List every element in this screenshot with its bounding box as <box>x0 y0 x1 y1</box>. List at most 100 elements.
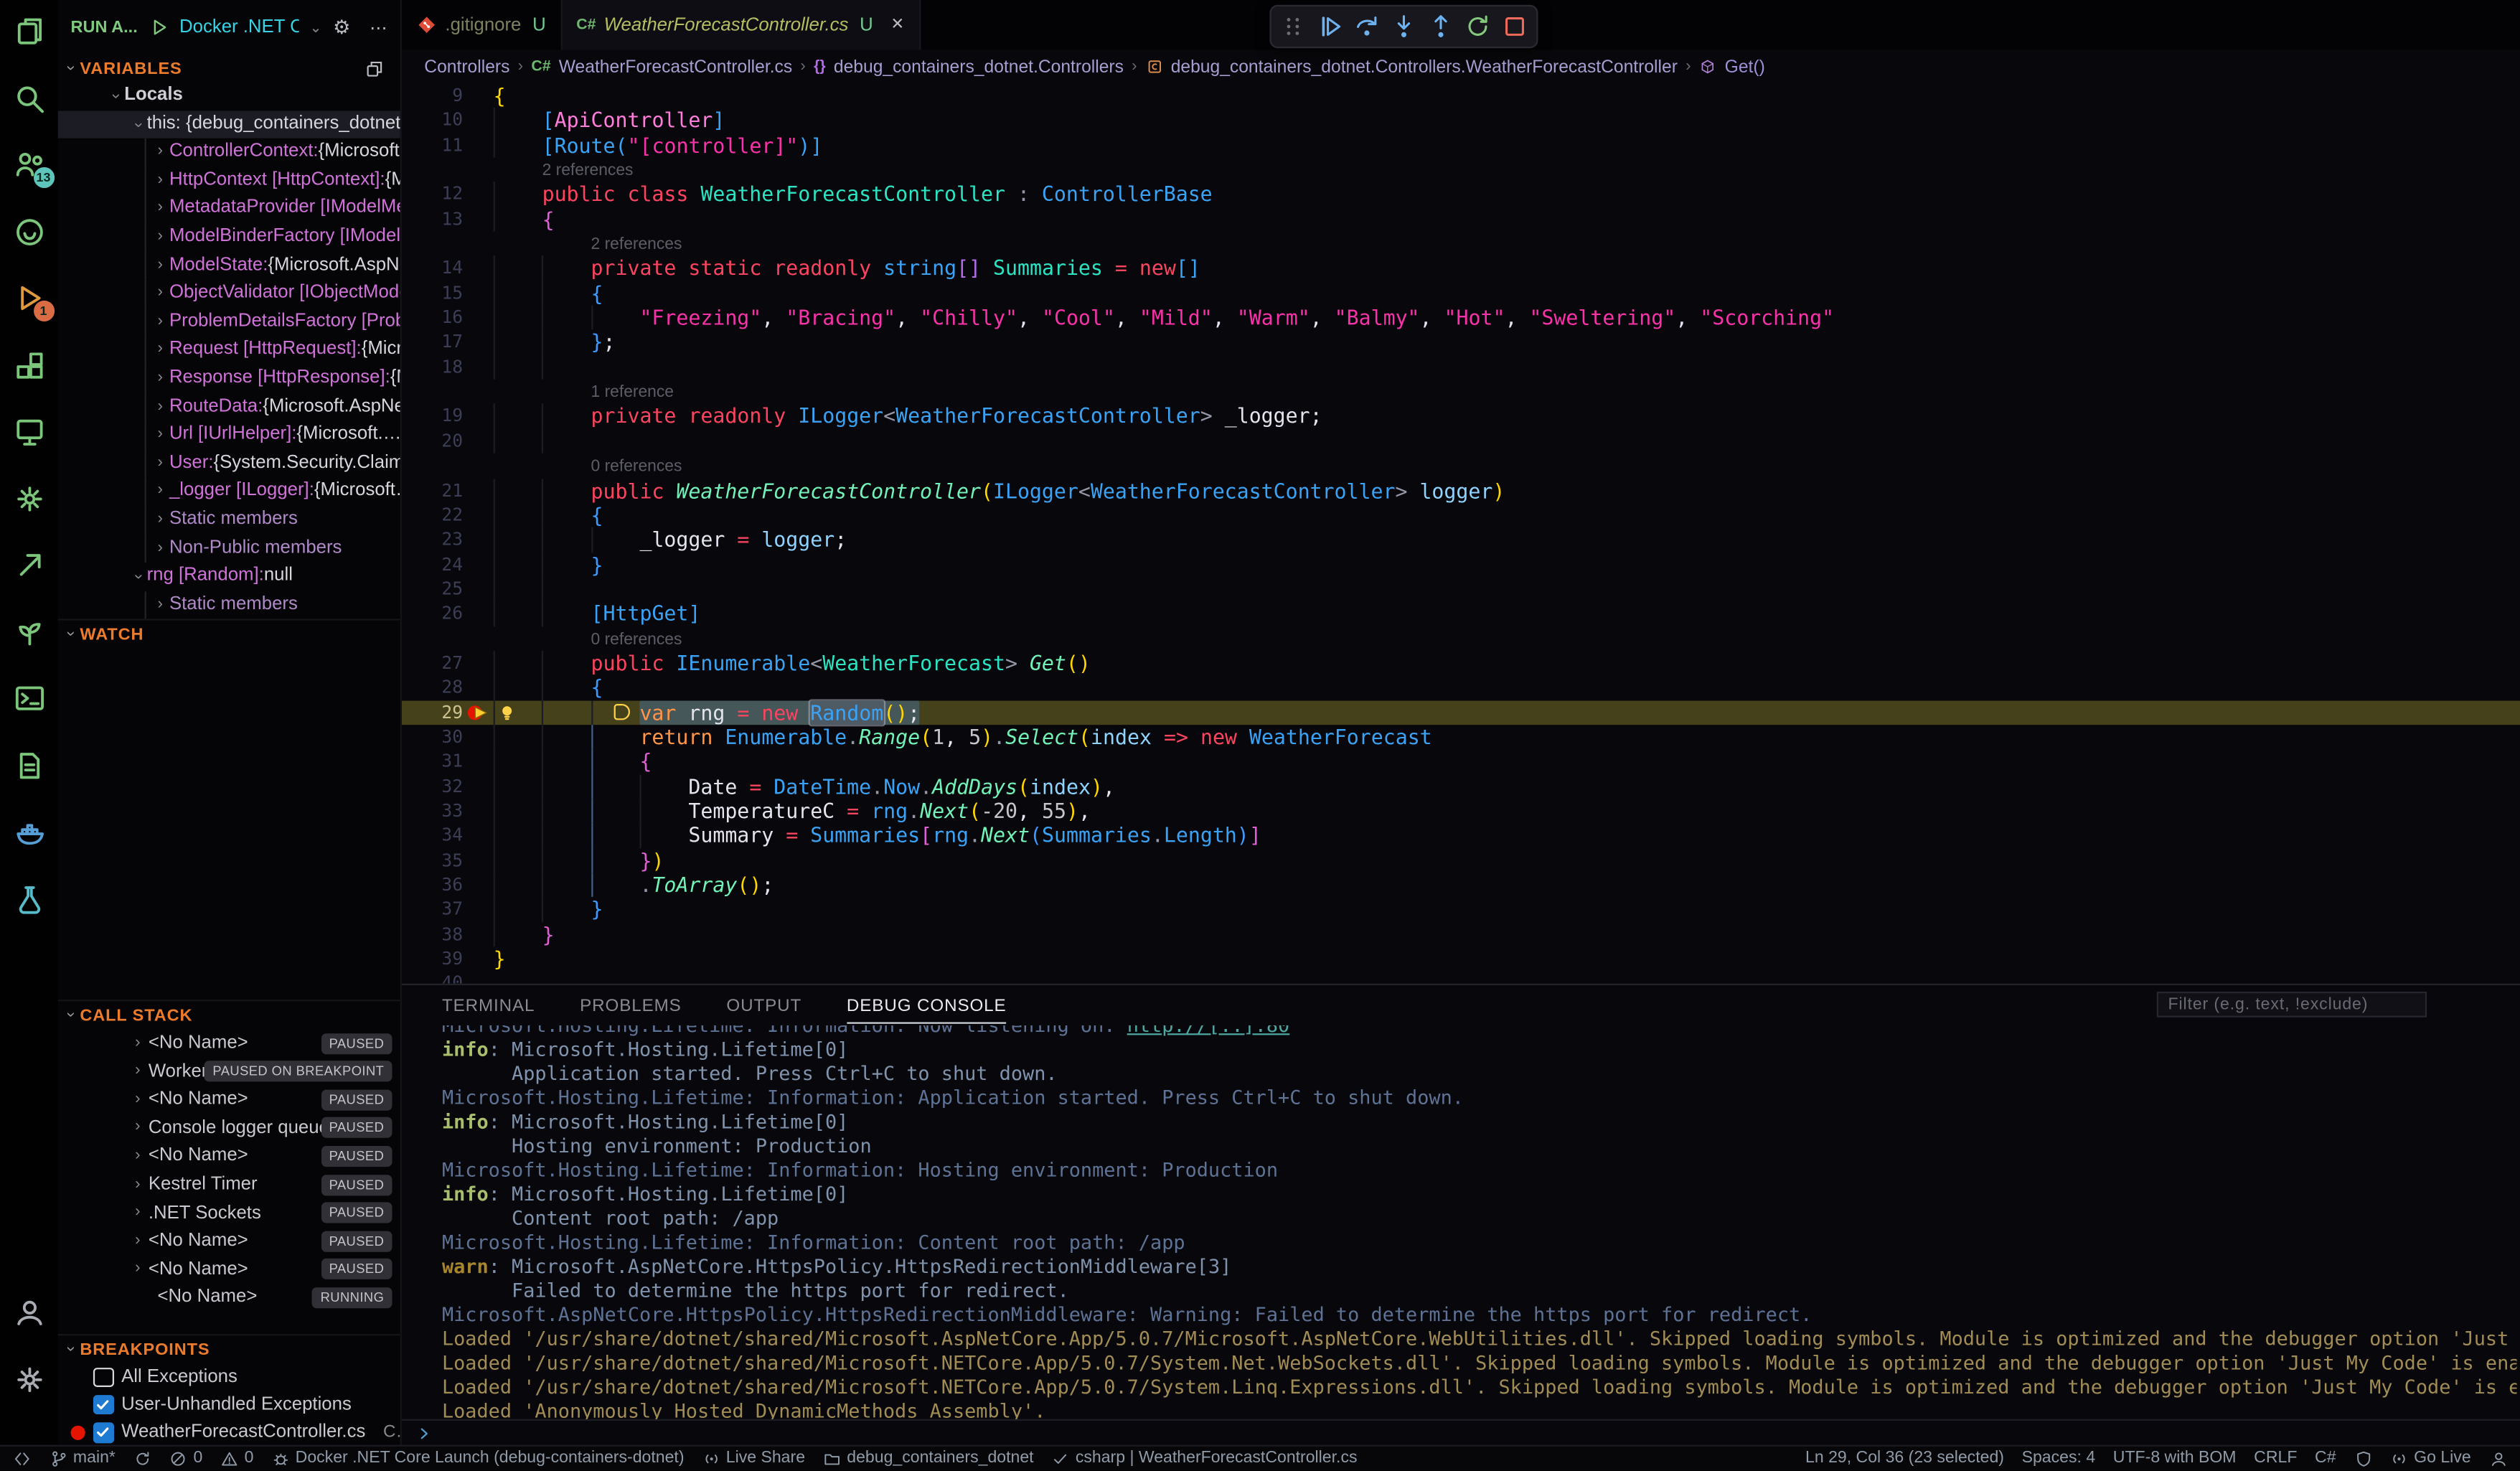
live-share-icon[interactable]: 13 <box>12 148 46 182</box>
breadcrumb-item[interactable]: debug_containers_dotnet.Controllers <box>834 57 1124 77</box>
variable-row[interactable]: ›Non-Public members <box>58 535 400 563</box>
more-actions-icon[interactable]: ⋯ <box>370 17 387 38</box>
variable-row[interactable]: ›_logger [ILogger]: {Microsoft… <box>58 478 400 506</box>
breakpoints-section-header[interactable]: ›BREAKPOINTS <box>58 1335 400 1363</box>
status-item-bug[interactable]: Docker .NET Core Launch (debug-container… <box>271 1449 684 1468</box>
code-line[interactable]: 9{ <box>402 83 2520 108</box>
share-icon[interactable] <box>12 548 46 582</box>
variable-row[interactable]: ›User: {System.Security.Claims… <box>58 450 400 478</box>
variables-section-header[interactable]: ›VARIABLES <box>58 55 400 82</box>
explorer-icon[interactable] <box>12 14 46 48</box>
code-line[interactable]: 39} <box>402 946 2520 971</box>
breadcrumb-item[interactable]: debug_containers_dotnet.Controllers.Weat… <box>1171 57 1678 77</box>
checkbox[interactable] <box>93 1367 113 1387</box>
settings-icon[interactable] <box>12 1362 46 1396</box>
status-item-golive[interactable]: Go Live <box>2390 1449 2471 1468</box>
status-item-person[interactable] <box>2488 1449 2507 1468</box>
step-over-icon[interactable] <box>1353 13 1381 40</box>
breakpoint-row[interactable]: WeatherForecastController.csC… 29 <box>58 1419 400 1444</box>
call-stack-row[interactable]: <No Name>RUNNING <box>58 1284 400 1312</box>
status-item[interactable]: Spaces: 4 <box>2022 1449 2096 1467</box>
variable-row[interactable]: ›Response [HttpResponse]: {Mic… <box>58 365 400 393</box>
status-item-sync[interactable] <box>133 1449 152 1468</box>
console-filter-input[interactable]: Filter (e.g. text, !exclude) <box>2157 992 2427 1018</box>
settings-sync-icon[interactable] <box>12 481 46 515</box>
code-line[interactable]: 2 references <box>402 158 2520 182</box>
panel-tab-output[interactable]: OUTPUT <box>726 985 801 1025</box>
continue-icon[interactable] <box>1316 13 1343 40</box>
variable-row[interactable]: ›Static members <box>58 591 400 619</box>
docker-icon[interactable] <box>12 815 46 849</box>
restart-icon[interactable] <box>1464 13 1491 40</box>
breadcrumb-item[interactable]: Get() <box>1725 57 1765 77</box>
variable-row[interactable]: ›Url [IUrlHelper]: {Microsoft.… <box>58 421 400 449</box>
extensions-icon[interactable] <box>12 348 46 382</box>
editor-tab[interactable]: .gitignoreU <box>402 0 562 50</box>
code-line[interactable]: 13 { <box>402 207 2520 231</box>
breadcrumb-item[interactable]: WeatherForecastController.cs <box>559 57 792 77</box>
start-debug-button[interactable] <box>149 18 168 37</box>
code-line[interactable]: 14 private static readonly string[] Summ… <box>402 256 2520 281</box>
variable-row[interactable]: ›ModelState: {Microsoft.AspNet… <box>58 252 400 280</box>
debug-console-output[interactable]: Microsoft.Hosting.Lifetime: Information:… <box>442 1025 2517 1421</box>
call-stack-row[interactable]: ›Kestrel TimerPAUSED <box>58 1170 400 1198</box>
variable-row[interactable]: ›ObjectValidator [IObjectModel… <box>58 280 400 308</box>
breakpoint-row[interactable]: All Exceptions <box>58 1363 400 1391</box>
debug-config-dropdown[interactable]: Docker .NET C <box>179 18 298 37</box>
status-item[interactable]: CRLF <box>2254 1449 2297 1467</box>
code-line[interactable]: 26 [HttpGet] <box>402 601 2520 626</box>
code-line[interactable]: 28 { <box>402 675 2520 700</box>
status-item-live[interactable]: Live Share <box>702 1449 805 1468</box>
code-line[interactable]: 0 references <box>402 453 2520 478</box>
call-stack-row[interactable]: ›Console logger queue proc…PAUSED <box>58 1114 400 1142</box>
watch-section-header[interactable]: ›WATCH <box>58 619 400 648</box>
test-flask-icon[interactable] <box>12 882 46 916</box>
codelens-references[interactable]: 0 references <box>591 455 682 479</box>
call-stack-row[interactable]: ›Worker ThreadPAUSED ON BREAKPOINT <box>58 1058 400 1086</box>
code-editor[interactable]: 9{10 [ApiController]11 [Route("[controll… <box>402 83 2520 983</box>
code-line[interactable]: 30 return Enumerable.Range(1, 5).Select(… <box>402 725 2520 749</box>
codelens-references[interactable]: 2 references <box>591 233 682 258</box>
status-item-branch[interactable]: main* <box>49 1449 116 1468</box>
breakpoint-row[interactable]: User-Unhandled Exceptions <box>58 1391 400 1419</box>
codelens-references[interactable]: 2 references <box>542 159 634 184</box>
editor-tab[interactable]: C#WeatherForecastController.csU✕ <box>562 0 920 50</box>
code-line[interactable]: 25 <box>402 577 2520 601</box>
status-item[interactable]: Ln 29, Col 36 (23 selected) <box>1805 1449 2004 1467</box>
code-line[interactable]: 18 <box>402 355 2520 380</box>
panel-tab-terminal[interactable]: TERMINAL <box>442 985 535 1025</box>
code-line[interactable]: 11 [Route("[controller]")] <box>402 133 2520 157</box>
code-line[interactable]: 29 var rng = new Random(); <box>402 700 2520 725</box>
github-icon[interactable] <box>12 215 46 248</box>
terminal-icon[interactable] <box>12 682 46 715</box>
variable-row[interactable]: ›Request [HttpRequest]: {Micro… <box>58 337 400 365</box>
variable-row[interactable]: ›HttpContext [HttpContext]: {M… <box>58 166 400 194</box>
docs-icon[interactable] <box>12 748 46 782</box>
code-line[interactable]: 33 TemperatureC = rng.Next(-20, 55), <box>402 799 2520 823</box>
status-item[interactable]: C# <box>2315 1449 2336 1467</box>
code-line[interactable]: 27 public IEnumerable<WeatherForecast> G… <box>402 651 2520 675</box>
code-line[interactable]: 21 public WeatherForecastController(ILog… <box>402 478 2520 502</box>
code-line[interactable]: 2 references <box>402 232 2520 256</box>
step-out-icon[interactable] <box>1427 13 1454 40</box>
code-line[interactable]: 0 references <box>402 626 2520 651</box>
code-line[interactable]: 40 <box>402 972 2520 984</box>
code-line[interactable]: 20 <box>402 429 2520 453</box>
code-line[interactable]: 36 .ToArray(); <box>402 873 2520 897</box>
step-into-icon[interactable] <box>1390 13 1417 40</box>
checkbox[interactable] <box>93 1423 113 1443</box>
status-item-remote[interactable] <box>13 1449 32 1468</box>
code-line[interactable]: 38 } <box>402 922 2520 946</box>
code-line[interactable]: 1 reference <box>402 380 2520 404</box>
close-icon[interactable]: ✕ <box>890 16 904 34</box>
chevron-down-icon[interactable]: ⌄ <box>310 19 322 37</box>
stop-icon[interactable] <box>1501 13 1528 40</box>
code-line[interactable]: 16 "Freezing", "Bracing", "Chilly", "Coo… <box>402 306 2520 330</box>
call-stack-row[interactable]: ›<No Name>PAUSED <box>58 1255 400 1283</box>
gear-icon[interactable]: ⚙ <box>333 16 350 38</box>
status-item-shield[interactable] <box>2354 1449 2372 1468</box>
variable-row[interactable]: ›rng [Random]: null <box>58 563 400 591</box>
code-line[interactable]: 22 { <box>402 503 2520 527</box>
code-line[interactable]: 19 private readonly ILogger<WeatherForec… <box>402 404 2520 428</box>
variable-row[interactable]: ›ModelBinderFactory [IModelBin… <box>58 223 400 251</box>
